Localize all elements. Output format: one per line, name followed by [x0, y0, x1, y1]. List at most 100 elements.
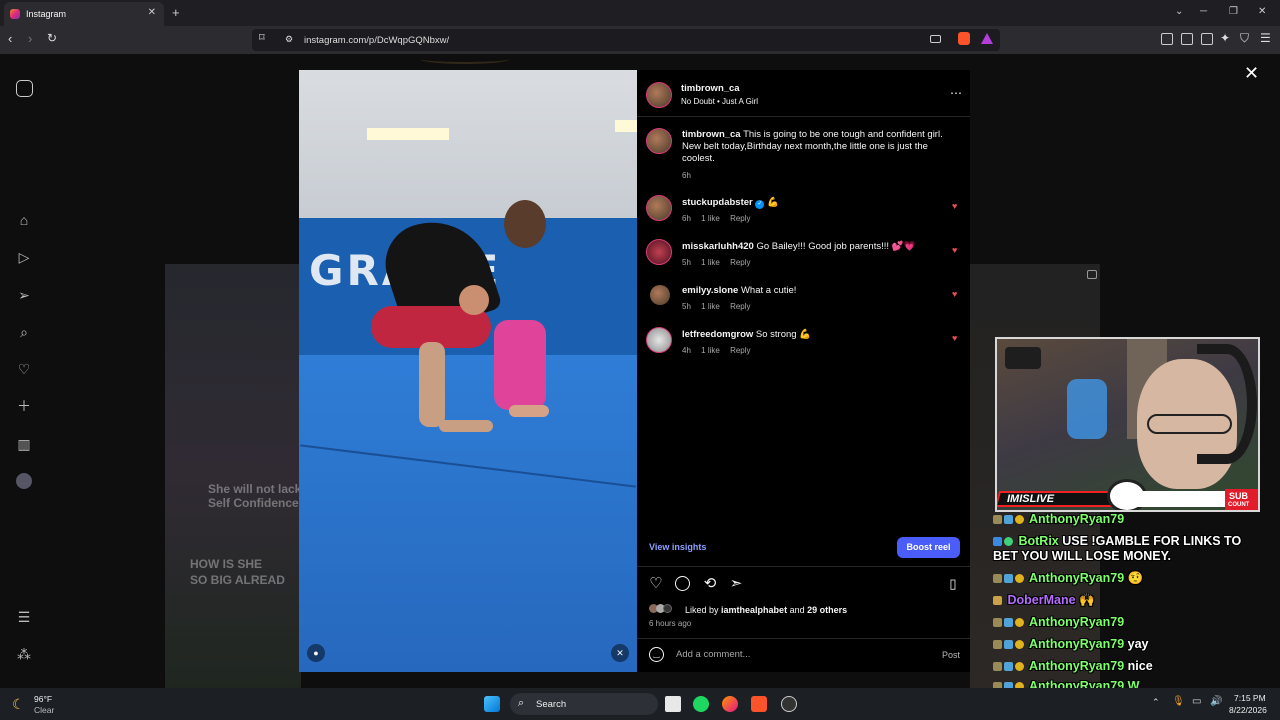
- emoji-icon[interactable]: ‿: [649, 647, 664, 662]
- weather-desc[interactable]: Clear: [34, 705, 54, 715]
- comment-likes[interactable]: 1 like: [701, 302, 720, 311]
- firefox-icon[interactable]: [722, 696, 738, 712]
- comment-reply-button[interactable]: Reply: [730, 302, 750, 311]
- like-heart-icon[interactable]: ♡: [648, 576, 664, 592]
- menu-icon[interactable]: ☰: [1260, 31, 1271, 45]
- post-time[interactable]: 6 hours ago: [649, 619, 691, 628]
- clock-time[interactable]: 7:15 PM: [1234, 693, 1266, 703]
- wall-logo: [1005, 347, 1041, 369]
- task-view-icon[interactable]: [665, 696, 681, 712]
- also-from-meta-icon[interactable]: ⁂: [16, 646, 32, 662]
- post-video[interactable]: GRACIE ● ✕: [299, 70, 637, 672]
- comment-avatar[interactable]: [646, 195, 672, 221]
- wallet-icon[interactable]: [1201, 33, 1213, 45]
- tray-overflow-icon[interactable]: ⌃: [1152, 697, 1160, 708]
- comment-username[interactable]: emilyy.slone: [682, 285, 738, 296]
- view-insights-link[interactable]: View insights: [649, 542, 706, 552]
- liked-by-others[interactable]: 29 others: [807, 605, 847, 615]
- site-info-icon[interactable]: ⚙: [285, 34, 293, 45]
- leo-ai-icon[interactable]: ✦: [1220, 31, 1230, 45]
- comment-like-heart-icon[interactable]: ♥: [952, 333, 957, 343]
- background-post-left: [165, 264, 301, 688]
- more-options-icon[interactable]: ⋯: [950, 86, 962, 100]
- comment-icon[interactable]: [675, 576, 690, 591]
- messages-icon[interactable]: ➢: [16, 287, 32, 303]
- badge-icon: [993, 537, 1002, 546]
- save-bookmark-icon[interactable]: ▯: [945, 576, 961, 592]
- brave-rewards-icon[interactable]: [981, 33, 993, 44]
- minimize-icon[interactable]: ─: [1200, 6, 1207, 17]
- vpn-shield-icon[interactable]: ⛉: [1240, 31, 1249, 46]
- extensions-icon[interactable]: [1161, 33, 1173, 45]
- weather-temp[interactable]: 96°F: [34, 694, 52, 704]
- comment-likes[interactable]: 1 like: [701, 346, 720, 355]
- window-close-icon[interactable]: ✕: [1258, 6, 1266, 17]
- tab-instagram[interactable]: Instagram ✕: [4, 2, 164, 26]
- mute-icon[interactable]: ✕: [611, 644, 629, 662]
- chat-user: AnthonyRyan79: [1029, 512, 1125, 526]
- post-comment-button[interactable]: Post: [942, 649, 960, 661]
- forward-icon[interactable]: ›: [28, 31, 32, 46]
- microphone-icon[interactable]: 🎙: [1172, 696, 1185, 707]
- woman-head: [504, 200, 546, 248]
- comment-username[interactable]: letfreedomgrow: [682, 329, 753, 340]
- comment-username[interactable]: misskarluhh420: [682, 241, 754, 252]
- search-icon[interactable]: ⌕: [16, 324, 32, 340]
- taskbar-search[interactable]: ⌕ Search: [510, 693, 658, 715]
- child-feet: [509, 405, 549, 417]
- reels-icon[interactable]: ▷: [16, 249, 32, 265]
- comment-like-heart-icon[interactable]: ♥: [952, 289, 957, 299]
- caption-avatar[interactable]: [646, 128, 672, 154]
- url-field[interactable]: instagram.com/p/DcWqpGQNbxw/: [252, 29, 1000, 51]
- brave-icon[interactable]: [751, 696, 767, 712]
- clock-date[interactable]: 8/22/2026: [1229, 705, 1267, 715]
- liked-by-user[interactable]: iamthealphabet: [721, 605, 787, 615]
- brave-shields-icon[interactable]: [958, 32, 970, 45]
- comment-avatar[interactable]: [646, 239, 672, 265]
- comment-like-heart-icon[interactable]: ♥: [952, 245, 957, 255]
- comment-like-heart-icon[interactable]: ♥: [952, 201, 957, 211]
- author-username[interactable]: timbrown_ca: [681, 83, 740, 95]
- volume-icon[interactable]: 🔊: [1210, 696, 1222, 707]
- audio-track[interactable]: No Doubt • Just A Girl: [681, 96, 758, 108]
- author-avatar[interactable]: [646, 82, 672, 108]
- comment-input[interactable]: Add a comment...: [676, 649, 750, 661]
- close-modal-icon[interactable]: ✕: [1244, 63, 1259, 84]
- instagram-logo-icon[interactable]: [16, 80, 33, 97]
- chat-message: 🙌: [1079, 593, 1095, 607]
- maximize-icon[interactable]: ❐: [1229, 6, 1238, 17]
- share-icon[interactable]: ➣: [728, 576, 744, 592]
- profile-avatar-icon[interactable]: [16, 473, 32, 489]
- bookmark-icon[interactable]: ⌑: [259, 31, 265, 44]
- comment-reply-button[interactable]: Reply: [730, 258, 750, 267]
- cast-icon[interactable]: [930, 35, 941, 43]
- notifications-heart-icon[interactable]: ♡: [16, 361, 32, 377]
- reload-icon[interactable]: ↻: [47, 31, 57, 45]
- tab-close-icon[interactable]: ✕: [148, 7, 156, 18]
- more-menu-icon[interactable]: ☰: [16, 609, 32, 625]
- create-icon[interactable]: ＋: [16, 398, 32, 414]
- bg-text-4: SO BIG ALREAD: [190, 573, 285, 587]
- dashboard-icon[interactable]: ▥: [16, 436, 32, 452]
- network-icon[interactable]: ▭: [1192, 696, 1201, 707]
- spotify-icon[interactable]: [693, 696, 709, 712]
- start-windows-icon[interactable]: [484, 696, 500, 712]
- sidebar-icon[interactable]: [1181, 33, 1193, 45]
- comment-reply-button[interactable]: Reply: [730, 346, 750, 355]
- comment-reply-button[interactable]: Reply: [730, 214, 750, 223]
- home-icon[interactable]: ⌂: [16, 212, 32, 228]
- new-tab-icon[interactable]: +: [172, 5, 180, 20]
- comment-username[interactable]: stuckupdabster: [682, 197, 753, 208]
- comment-likes[interactable]: 1 like: [701, 258, 720, 267]
- comment-avatar[interactable]: [646, 327, 672, 353]
- back-icon[interactable]: ‹: [8, 31, 12, 46]
- app-icon[interactable]: [781, 696, 797, 712]
- repost-icon[interactable]: ⟲: [702, 576, 718, 592]
- weather-moon-icon[interactable]: ☾: [12, 696, 25, 713]
- comment-avatar[interactable]: [650, 285, 670, 305]
- tagged-people-icon[interactable]: ●: [307, 644, 325, 662]
- caption-username[interactable]: timbrown_ca: [682, 129, 741, 140]
- comment-likes[interactable]: 1 like: [701, 214, 720, 223]
- tab-list-chevron-icon[interactable]: ⌄: [1175, 6, 1183, 17]
- boost-reel-button[interactable]: Boost reel: [897, 537, 960, 558]
